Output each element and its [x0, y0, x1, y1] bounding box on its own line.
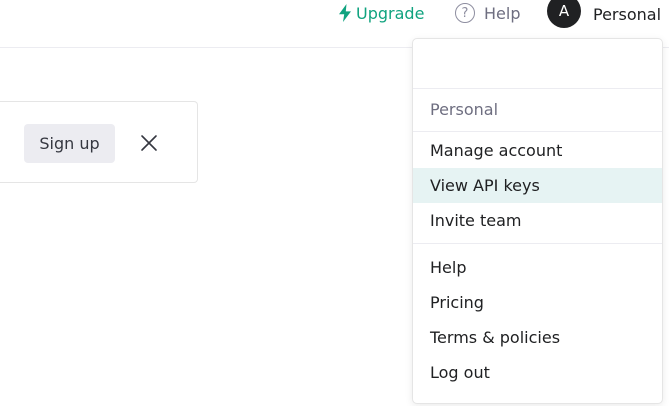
menu-item-view-api-keys[interactable]: View API keys [413, 168, 662, 203]
close-icon[interactable] [140, 134, 158, 152]
question-circle-icon: ? [455, 3, 475, 23]
menu-item-invite-team[interactable]: Invite team [413, 203, 662, 238]
signup-banner: Sign up [0, 101, 198, 183]
upgrade-label: Upgrade [356, 3, 425, 23]
help-link[interactable]: ? Help [455, 1, 520, 25]
account-name: Personal [593, 4, 662, 24]
menu-header-spacer [413, 39, 662, 89]
account-items-group: Manage account View API keys Invite team [413, 132, 662, 244]
account-menu-button[interactable]: A Personal [547, 0, 661, 28]
lightning-bolt-icon [339, 4, 351, 22]
menu-section-label: Personal [413, 89, 662, 132]
support-items-group: Help Pricing Terms & policies Log out [413, 244, 662, 395]
avatar: A [547, 0, 581, 28]
menu-item-pricing[interactable]: Pricing [413, 285, 662, 320]
menu-item-manage-account[interactable]: Manage account [413, 133, 662, 168]
menu-item-help[interactable]: Help [413, 250, 662, 285]
help-label: Help [484, 3, 521, 23]
account-dropdown-menu: Personal Manage account View API keys In… [412, 38, 663, 404]
upgrade-link[interactable]: Upgrade [338, 2, 424, 24]
menu-item-terms-policies[interactable]: Terms & policies [413, 320, 662, 355]
signup-button[interactable]: Sign up [24, 124, 115, 163]
menu-item-log-out[interactable]: Log out [413, 355, 662, 390]
